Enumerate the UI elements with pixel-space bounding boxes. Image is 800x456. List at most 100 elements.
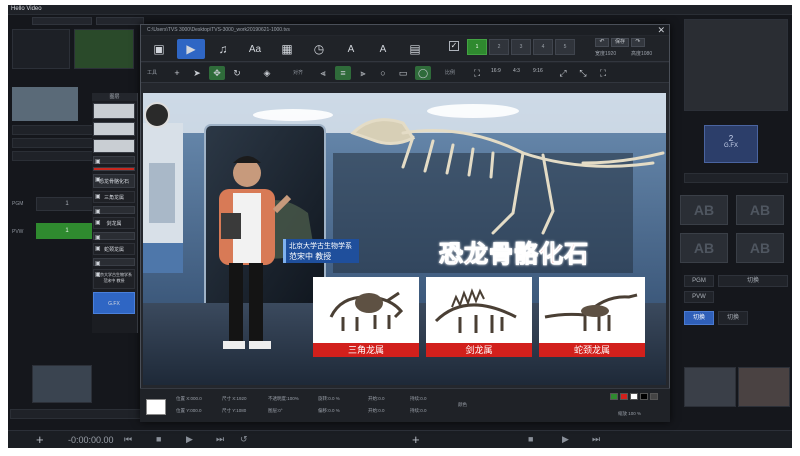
dino-card[interactable]: 剑龙属: [426, 277, 532, 357]
move-icon[interactable]: ✥: [209, 66, 225, 80]
layer-item[interactable]: G.FX: [93, 292, 135, 314]
undo-icon[interactable]: ↶: [595, 38, 609, 47]
shrink-icon[interactable]: ⤡: [575, 66, 591, 80]
rotation-field[interactable]: 旋转:0.0 %: [318, 396, 340, 402]
layer-item[interactable]: ▣: [93, 232, 135, 241]
text-icon[interactable]: Aa: [241, 39, 269, 59]
page-3[interactable]: 3: [511, 39, 531, 55]
layer-item[interactable]: ▣ 蛇颈龙属: [93, 243, 135, 255]
opacity-field[interactable]: 不透明度:100%: [268, 396, 299, 402]
offset-field[interactable]: 偏移:0.0 %: [318, 408, 340, 414]
layer-item[interactable]: [93, 103, 135, 119]
expand-icon[interactable]: ⤢: [555, 66, 571, 80]
dino-card[interactable]: 三角龙属: [313, 277, 419, 357]
caption-icon[interactable]: A: [337, 39, 365, 59]
align-center-icon[interactable]: ≡: [335, 66, 351, 80]
page-4[interactable]: 4: [533, 39, 553, 55]
right-switch-button-2[interactable]: 切换: [718, 311, 748, 325]
ratio-16-9[interactable]: 16:9: [491, 68, 501, 74]
bg-thumbnail-2[interactable]: [74, 29, 134, 69]
bg-clip-right-1[interactable]: [684, 367, 736, 407]
layer-item[interactable]: ▣ 剑龙属: [93, 217, 135, 229]
layer-item[interactable]: [93, 122, 135, 136]
ab-button-2[interactable]: AB: [736, 195, 784, 225]
layer-item[interactable]: ▣: [93, 156, 135, 165]
stop-icon-2[interactable]: ■: [528, 434, 533, 444]
pos-x-field[interactable]: 位置 X:000.0: [176, 396, 202, 402]
align-left-icon[interactable]: ⫷: [315, 66, 331, 80]
page-5[interactable]: 5: [555, 39, 575, 55]
shape-icon[interactable]: A: [369, 39, 397, 59]
play-icon-2[interactable]: ▶: [562, 434, 569, 445]
video-icon[interactable]: ▶: [177, 39, 205, 59]
add-right-icon[interactable]: +: [412, 432, 420, 447]
right-cut-button[interactable]: 切换: [684, 311, 714, 325]
gfx-button[interactable]: 2 G.FX: [704, 125, 758, 163]
page-2[interactable]: 2: [489, 39, 509, 55]
duration-field[interactable]: 持续:0.0: [410, 396, 427, 402]
color-swatch-large[interactable]: [146, 399, 166, 415]
play-icon[interactable]: ▶: [186, 434, 193, 445]
swatch-green[interactable]: [610, 393, 618, 400]
headline[interactable]: 恐龙骨骼化石: [439, 234, 645, 269]
start-field[interactable]: 开始:0.0: [368, 396, 385, 402]
circle-icon[interactable]: ◯: [415, 66, 431, 80]
rect-icon[interactable]: ▭: [395, 66, 411, 80]
redo-icon[interactable]: ↷: [631, 38, 645, 47]
size-y-field[interactable]: 尺寸 Y:1080: [222, 408, 246, 414]
size-x-field[interactable]: 尺寸 X:1920: [222, 396, 247, 402]
start-field-2[interactable]: 开始:0.0: [368, 408, 385, 414]
layer-item[interactable]: ▣ 北京大学古生物学系 范宋中 教授: [93, 269, 135, 289]
image-icon[interactable]: ▣: [145, 39, 173, 59]
media-icon[interactable]: ▤: [401, 39, 429, 59]
add-left-icon[interactable]: +: [36, 432, 44, 447]
fullscreen-icon[interactable]: ⛶: [595, 66, 611, 80]
right-pgm-button[interactable]: PGM: [684, 275, 714, 287]
swatch-black[interactable]: [640, 393, 648, 400]
swatch-white[interactable]: [630, 393, 638, 400]
add-icon[interactable]: +: [169, 66, 185, 80]
loop-icon[interactable]: ↺: [240, 434, 248, 445]
clock-icon[interactable]: ◷: [305, 39, 333, 59]
layers-icon[interactable]: ◈: [259, 66, 275, 80]
bg-thumbnail-1[interactable]: [12, 29, 70, 69]
layer-item[interactable]: [93, 139, 135, 153]
right-pvw-button[interactable]: PVW: [684, 291, 714, 303]
checkbox-icon[interactable]: ✓: [449, 41, 459, 51]
layer-item[interactable]: ▣: [93, 258, 135, 267]
layer-item[interactable]: [93, 167, 135, 171]
swatch-gray[interactable]: [650, 393, 658, 400]
save-button[interactable]: 保存: [611, 38, 629, 47]
pointer-icon[interactable]: ➤: [189, 66, 205, 80]
layer-angle-field[interactable]: 图层:0°: [268, 408, 283, 414]
bg-clip-right-2[interactable]: [738, 367, 790, 407]
pos-y-field[interactable]: 位置 Y:000.0: [176, 408, 202, 414]
fit-icon[interactable]: ⛶: [469, 66, 485, 80]
ab-button-4[interactable]: AB: [736, 233, 784, 263]
bg-clip-thumbnail[interactable]: [32, 365, 92, 403]
name-caption[interactable]: 北京大学古生物学系 范宋中 教授: [283, 239, 359, 263]
align-right-icon[interactable]: ⫸: [355, 66, 371, 80]
ratio-4-3[interactable]: 4:3: [513, 68, 520, 74]
ab-button-1[interactable]: AB: [680, 195, 728, 225]
page-1[interactable]: 1: [467, 39, 487, 55]
ellipse-icon[interactable]: ○: [375, 66, 391, 80]
bg-tab-left[interactable]: [32, 17, 92, 25]
layer-item[interactable]: ▣: [93, 206, 135, 215]
layer-item[interactable]: ▣ 三角龙属: [93, 191, 135, 203]
close-icon[interactable]: ✕: [657, 25, 665, 35]
duration-field-2[interactable]: 持续:0.0: [410, 408, 427, 414]
right-switch-button[interactable]: 切换: [718, 275, 788, 287]
bg-tab-left-2[interactable]: [96, 17, 144, 25]
skip-back-icon[interactable]: ⏮: [124, 434, 132, 445]
ab-button-3[interactable]: AB: [680, 233, 728, 263]
pvw-button[interactable]: 1: [36, 223, 98, 239]
skip-forward-icon[interactable]: ⏭: [216, 434, 224, 445]
calendar-icon[interactable]: ▦: [273, 39, 301, 59]
rotate-icon[interactable]: ↻: [229, 66, 245, 80]
dino-card[interactable]: 蛇颈龙属: [539, 277, 645, 357]
swatch-red[interactable]: [620, 393, 628, 400]
layer-item[interactable]: ▣ 恐龙骨骼化石: [93, 174, 135, 188]
skip-forward-icon-2[interactable]: ⏭: [592, 434, 600, 445]
ratio-9-16[interactable]: 9:16: [533, 68, 543, 74]
